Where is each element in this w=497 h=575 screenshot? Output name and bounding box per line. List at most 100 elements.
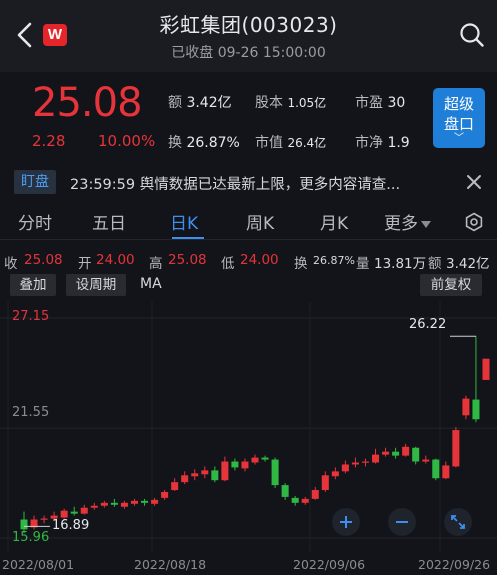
x-tick-3: 2022/09/26 bbox=[418, 557, 491, 572]
stat-pb-value: 1.9 bbox=[387, 135, 410, 151]
candle-body bbox=[351, 462, 359, 465]
settings-icon[interactable] bbox=[464, 212, 484, 232]
stat-amount-label: 额 bbox=[168, 95, 182, 111]
candle-body bbox=[141, 500, 149, 503]
candle-body bbox=[191, 473, 199, 477]
candle-body bbox=[110, 502, 118, 505]
price-change-percent: 10.00% bbox=[98, 132, 156, 150]
candle-body bbox=[301, 498, 309, 503]
close-value: 25.08 bbox=[24, 252, 63, 268]
tab-monthly-k[interactable]: 月K bbox=[320, 209, 348, 234]
minus-icon bbox=[396, 521, 408, 523]
zoom-out-button[interactable] bbox=[388, 508, 416, 536]
low-label: 低 bbox=[221, 256, 235, 272]
candle-body bbox=[161, 491, 169, 498]
stat-equity: 股本 1.05亿 bbox=[255, 92, 326, 112]
ma-indicator-label[interactable]: MA bbox=[140, 276, 162, 292]
candle-body bbox=[151, 499, 159, 504]
last-price: 25.08 bbox=[32, 80, 143, 126]
candle-body bbox=[221, 461, 229, 481]
candle-body bbox=[90, 505, 98, 508]
stat-turnover-value: 26.87% bbox=[186, 135, 240, 151]
candle-body bbox=[281, 485, 289, 497]
candle-body bbox=[452, 430, 460, 467]
super-order-book-button[interactable]: 超级 盘口 ﹀ bbox=[433, 88, 485, 148]
candle-body bbox=[331, 471, 339, 477]
candle-body bbox=[60, 510, 68, 518]
y-tick-top: 27.15 bbox=[12, 309, 50, 324]
forward-adjust-button[interactable]: 前复权 bbox=[420, 274, 482, 296]
candle-body bbox=[482, 358, 490, 380]
candle-body bbox=[181, 475, 189, 483]
amount-label: 额 bbox=[428, 256, 442, 272]
stock-title: 彩虹集团(003023) bbox=[159, 13, 338, 37]
candle-body bbox=[341, 464, 349, 472]
tab-more[interactable]: 更多 bbox=[384, 209, 431, 234]
expand-icon bbox=[451, 515, 465, 529]
candle-body bbox=[261, 457, 269, 460]
candle-body bbox=[442, 465, 450, 479]
stat-mcap-label: 市值 bbox=[255, 135, 283, 151]
stat-turnover-label: 换 bbox=[168, 135, 182, 151]
set-period-button[interactable]: 设周期 bbox=[66, 274, 126, 296]
super-button-line1: 超级 bbox=[443, 95, 474, 113]
tab-intraday[interactable]: 分时 bbox=[18, 209, 52, 234]
candle-body bbox=[100, 502, 108, 506]
stat-mcap: 市值 26.4亿 bbox=[255, 132, 326, 152]
volume-value: 13.81万 bbox=[374, 256, 427, 272]
volume-label: 量 bbox=[356, 256, 370, 272]
active-tab-indicator bbox=[172, 237, 204, 239]
stat-equity-value: 1.05亿 bbox=[287, 96, 327, 110]
zoom-in-button[interactable] bbox=[332, 508, 360, 536]
amount-value: 3.42亿 bbox=[446, 256, 490, 272]
news-ticker[interactable]: 盯盘 23:59:59 舆情数据已达最新上限，更多内容请查... bbox=[0, 168, 497, 198]
kline-chart[interactable]: 27.15 21.55 15.96 2022/08/01 2022/08/18 … bbox=[0, 302, 497, 575]
tab-daily-k[interactable]: 日K bbox=[170, 209, 198, 234]
candle-body bbox=[361, 461, 369, 463]
ohlc-row: 收 25.08 开 24.00 高 25.08 低 24.00 换 26.87%… bbox=[0, 250, 497, 272]
kline-svg bbox=[0, 302, 497, 552]
tab-weekly-k[interactable]: 周K bbox=[246, 209, 274, 234]
candle-body bbox=[462, 398, 470, 416]
close-label: 收 bbox=[4, 256, 18, 272]
x-tick-2: 2022/09/06 bbox=[293, 557, 366, 572]
low-value: 24.00 bbox=[240, 252, 279, 268]
candle-body bbox=[412, 447, 420, 462]
high-value: 25.08 bbox=[168, 252, 207, 268]
candle-body bbox=[321, 475, 329, 491]
stat-amount-value: 3.42亿 bbox=[186, 95, 232, 111]
news-text[interactable]: 23:59:59 舆情数据已达最新上限，更多内容请查... bbox=[70, 173, 442, 194]
turnover-label: 换 bbox=[294, 256, 308, 272]
candle-body bbox=[311, 490, 319, 499]
candle-body bbox=[130, 500, 138, 504]
low-marker-label: 16.89 bbox=[52, 518, 90, 533]
super-button-line2: 盘口 bbox=[443, 115, 474, 133]
tab-five-day[interactable]: 五日 bbox=[92, 209, 126, 234]
candle-body bbox=[20, 519, 28, 530]
candle-body bbox=[432, 459, 440, 479]
high-marker-label: 26.22 bbox=[409, 317, 447, 332]
search-icon[interactable] bbox=[459, 22, 485, 48]
candle-body bbox=[40, 518, 48, 520]
stat-equity-label: 股本 bbox=[255, 95, 283, 111]
period-tabs: 分时 五日 日K 周K 月K 更多 bbox=[0, 204, 497, 240]
chart-toolbar: 叠加 设周期 MA 前复权 bbox=[0, 274, 497, 298]
stat-pe: 市盈 30 bbox=[355, 92, 405, 112]
watch-tag: 盯盘 bbox=[14, 170, 56, 194]
candle-body bbox=[402, 446, 410, 456]
close-icon[interactable] bbox=[464, 172, 484, 192]
stat-pb-label: 市净 bbox=[355, 135, 383, 151]
candle-body bbox=[80, 507, 88, 514]
candle-body bbox=[422, 459, 430, 462]
candle-body bbox=[392, 451, 400, 456]
candle-body bbox=[251, 457, 259, 463]
stat-turnover: 换 26.87% bbox=[168, 132, 240, 152]
caret-down-icon bbox=[421, 220, 431, 228]
candle-body bbox=[120, 502, 128, 507]
y-tick-bottom: 15.96 bbox=[12, 530, 50, 545]
candle-body bbox=[211, 470, 219, 481]
candle-body bbox=[271, 459, 279, 486]
overlay-button[interactable]: 叠加 bbox=[10, 274, 56, 296]
fullscreen-button[interactable] bbox=[444, 508, 472, 536]
stat-amount: 额 3.42亿 bbox=[168, 92, 232, 112]
